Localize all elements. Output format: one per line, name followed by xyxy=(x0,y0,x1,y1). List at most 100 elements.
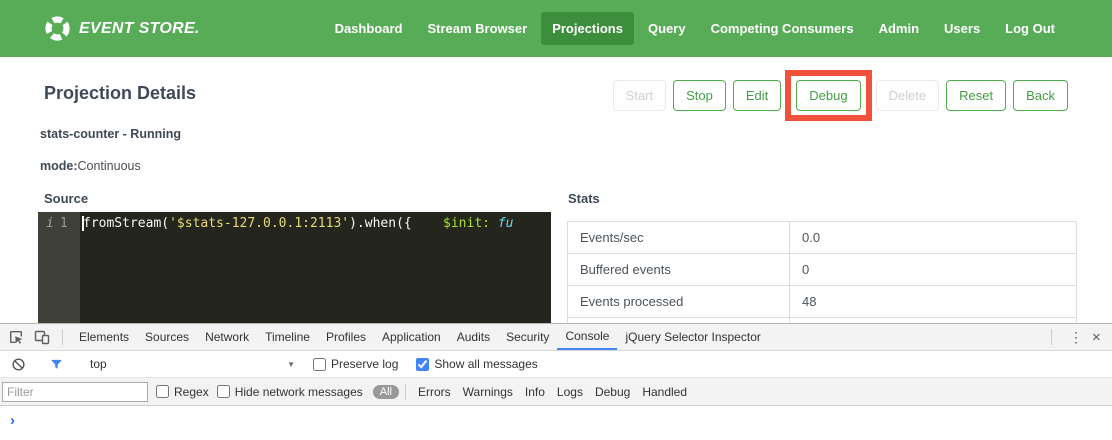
show-all-messages-checkbox[interactable]: Show all messages xyxy=(416,357,537,371)
debug-button[interactable]: Debug xyxy=(796,80,860,111)
tab-timeline[interactable]: Timeline xyxy=(257,324,318,350)
back-button[interactable]: Back xyxy=(1013,80,1068,111)
device-toolbar-icon[interactable] xyxy=(34,329,50,345)
filter-level-handled[interactable]: Handled xyxy=(636,385,693,399)
stat-label: Buffered events xyxy=(568,254,790,286)
devtools-tab-bar: Elements Sources Network Timeline Profil… xyxy=(0,324,1112,351)
action-buttons: Start Stop Edit Debug Delete Reset Back xyxy=(613,68,1068,122)
tab-jquery-selector-inspector[interactable]: jQuery Selector Inspector xyxy=(617,324,768,350)
source-code-editor[interactable]: i 1 fromStream('$stats-127.0.0.1:2113').… xyxy=(38,212,551,323)
brand[interactable]: EVENT STORE. xyxy=(44,15,200,42)
filter-level-errors[interactable]: Errors xyxy=(412,385,457,399)
code-segment-entity: $init: xyxy=(443,216,490,231)
tab-security[interactable]: Security xyxy=(498,324,557,350)
event-store-logo-icon xyxy=(44,15,71,42)
hide-network-messages-checkbox[interactable]: Hide network messages xyxy=(217,385,363,399)
stat-value: 0.0 xyxy=(790,222,1077,254)
stat-value: 0 xyxy=(790,254,1077,286)
nav-menu: Dashboard Stream Browser Projections Que… xyxy=(324,12,1066,45)
filter-level-logs[interactable]: Logs xyxy=(551,385,589,399)
code-segment: ).when({ xyxy=(349,216,443,231)
projection-status: stats-counter - Running xyxy=(40,127,181,141)
regex-checkbox-input[interactable] xyxy=(156,385,169,398)
editor-text-cursor xyxy=(82,216,84,231)
stop-button[interactable]: Stop xyxy=(673,80,726,111)
top-nav: EVENT STORE. Dashboard Stream Browser Pr… xyxy=(0,0,1112,57)
tab-sources[interactable]: Sources xyxy=(137,324,197,350)
editor-gutter: i 1 xyxy=(38,212,80,323)
chevron-down-icon: ▼ xyxy=(287,360,295,369)
filter-level-debug[interactable]: Debug xyxy=(589,385,636,399)
show-all-messages-label: Show all messages xyxy=(434,357,537,371)
stats-table: Events/sec 0.0 Buffered events 0 Events … xyxy=(567,221,1077,323)
nav-item-logout[interactable]: Log Out xyxy=(994,12,1066,45)
execution-context-selector[interactable]: top ▼ xyxy=(90,357,295,371)
show-all-messages-checkbox-input[interactable] xyxy=(416,358,429,371)
filter-input[interactable] xyxy=(2,382,148,402)
console-output-area[interactable]: › xyxy=(0,406,1112,440)
devtools-menu-icon[interactable]: ⋮ xyxy=(1060,329,1092,346)
filter-level-info[interactable]: Info xyxy=(519,385,551,399)
stat-label: Events/sec xyxy=(568,222,790,254)
hide-network-messages-label: Hide network messages xyxy=(235,385,363,399)
line-number: 1 xyxy=(60,216,68,323)
gutter-info-annotation: i xyxy=(46,216,54,323)
table-row: Buffered events 0 xyxy=(568,254,1077,286)
tab-audits[interactable]: Audits xyxy=(449,324,498,350)
source-heading: Source xyxy=(44,191,88,206)
projection-mode: mode:Continuous xyxy=(40,159,141,173)
filter-level-all[interactable]: All xyxy=(373,385,399,399)
nav-item-users[interactable]: Users xyxy=(933,12,991,45)
execution-context-value: top xyxy=(90,357,287,371)
devtools-panel: Elements Sources Network Timeline Profil… xyxy=(0,323,1112,440)
nav-item-dashboard[interactable]: Dashboard xyxy=(324,12,414,45)
console-prompt-chevron-icon[interactable]: › xyxy=(0,406,1112,428)
code-segment: fromStream( xyxy=(83,216,169,231)
filter-funnel-icon[interactable] xyxy=(48,356,64,372)
console-toolbar: top ▼ Preserve log Show all messages xyxy=(0,351,1112,378)
nav-item-admin[interactable]: Admin xyxy=(868,12,930,45)
stats-heading: Stats xyxy=(568,191,600,206)
nav-item-query[interactable]: Query xyxy=(637,12,697,45)
devtools-tabbar-right: ⋮ × xyxy=(1049,329,1112,346)
stat-label: Events processed xyxy=(568,286,790,318)
hide-network-messages-checkbox-input[interactable] xyxy=(217,385,230,398)
code-segment-keyword: fu xyxy=(490,216,513,231)
preserve-log-checkbox-input[interactable] xyxy=(313,358,326,371)
clear-console-icon[interactable] xyxy=(10,356,26,372)
table-row: Events processed 48 xyxy=(568,286,1077,318)
preserve-log-checkbox[interactable]: Preserve log xyxy=(313,357,398,371)
toolbar-divider xyxy=(62,329,63,345)
nav-item-competing-consumers[interactable]: Competing Consumers xyxy=(700,12,865,45)
debug-highlight-annotation: Debug xyxy=(785,70,871,121)
code-line-1: fromStream('$stats-127.0.0.1:2113').when… xyxy=(83,216,551,231)
editor-code-pane[interactable]: fromStream('$stats-127.0.0.1:2113').when… xyxy=(80,212,551,323)
stats-table-container: Events/sec 0.0 Buffered events 0 Events … xyxy=(567,221,1077,323)
preserve-log-label: Preserve log xyxy=(331,357,398,371)
toolbar-divider xyxy=(1051,329,1052,345)
inspect-element-icon[interactable] xyxy=(8,329,24,345)
edit-button[interactable]: Edit xyxy=(733,80,781,111)
tab-console[interactable]: Console xyxy=(557,324,617,350)
brand-text: EVENT STORE. xyxy=(79,20,200,38)
stat-value: 48 xyxy=(790,286,1077,318)
tab-elements[interactable]: Elements xyxy=(71,324,137,350)
delete-button[interactable]: Delete xyxy=(876,80,940,111)
mode-value: Continuous xyxy=(78,159,141,173)
filter-level-warnings[interactable]: Warnings xyxy=(457,385,519,399)
table-row: Events/sec 0.0 xyxy=(568,222,1077,254)
nav-item-stream-browser[interactable]: Stream Browser xyxy=(416,12,538,45)
mode-label: mode: xyxy=(40,159,78,173)
tab-network[interactable]: Network xyxy=(197,324,257,350)
tab-application[interactable]: Application xyxy=(374,324,449,350)
console-filter-bar: Regex Hide network messages All Errors W… xyxy=(0,378,1112,406)
page-title: Projection Details xyxy=(44,83,196,104)
nav-item-projections[interactable]: Projections xyxy=(541,12,634,45)
filter-divider xyxy=(405,384,406,400)
reset-button[interactable]: Reset xyxy=(946,80,1006,111)
tab-profiles[interactable]: Profiles xyxy=(318,324,374,350)
regex-checkbox[interactable]: Regex xyxy=(156,385,209,399)
start-button[interactable]: Start xyxy=(613,80,666,111)
code-segment-string: '$stats-127.0.0.1:2113' xyxy=(169,216,349,231)
devtools-close-icon[interactable]: × xyxy=(1092,329,1112,346)
